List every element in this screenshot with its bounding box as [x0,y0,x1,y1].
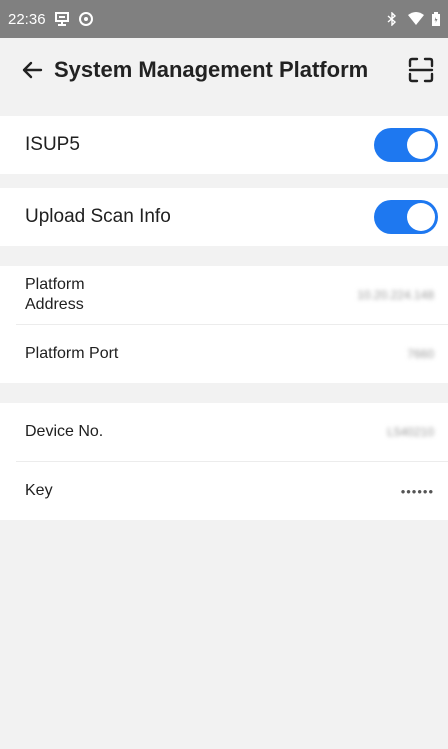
device-no-value: L540210 [387,425,434,439]
isup5-row: ISUP5 [0,116,448,174]
status-time: 22:36 [8,10,46,28]
page-title: System Management Platform [54,57,369,82]
bluetooth-icon [384,11,400,27]
platform-port-value: 7660 [407,347,434,361]
device-group: Device No. L540210 Key •••••• [0,403,448,520]
key-value: •••••• [400,483,434,499]
device-no-label: Device No. [25,423,104,440]
platform-address-label-line1: Platform [25,276,85,293]
sync-icon [78,11,94,27]
wifi-icon [408,11,424,27]
platform-address-value: 10.20.224.148 [357,288,434,302]
back-arrow-icon[interactable] [16,54,48,86]
platform-group: Platform Address 10.20.224.148 Platform … [0,266,448,383]
upload-scan-info-row: Upload Scan Info [0,188,448,246]
platform-address-label-line2: Address [25,296,84,313]
key-label: Key [25,482,53,499]
isup5-toggle[interactable] [374,128,438,162]
toggle-knob [407,203,435,231]
battery-icon [432,11,440,27]
platform-address-label: Platform Address [25,275,85,315]
upload-scan-group: Upload Scan Info [0,188,448,246]
status-bar: 22:36 [0,0,448,38]
toggle-knob [407,131,435,159]
scan-icon[interactable] [404,53,438,87]
isup5-group: ISUP5 [0,116,448,174]
platform-address-row[interactable]: Platform Address 10.20.224.148 [0,266,448,324]
key-row[interactable]: Key •••••• [0,462,448,520]
upload-scan-info-label: Upload Scan Info [25,206,171,227]
isup5-label: ISUP5 [25,134,80,155]
app-bar: System Management Platform [0,38,448,102]
upload-scan-info-toggle[interactable] [374,200,438,234]
platform-port-row[interactable]: Platform Port 7660 [0,325,448,383]
screen-share-icon [54,11,70,27]
device-no-row[interactable]: Device No. L540210 [0,403,448,461]
platform-port-label: Platform Port [25,345,119,362]
